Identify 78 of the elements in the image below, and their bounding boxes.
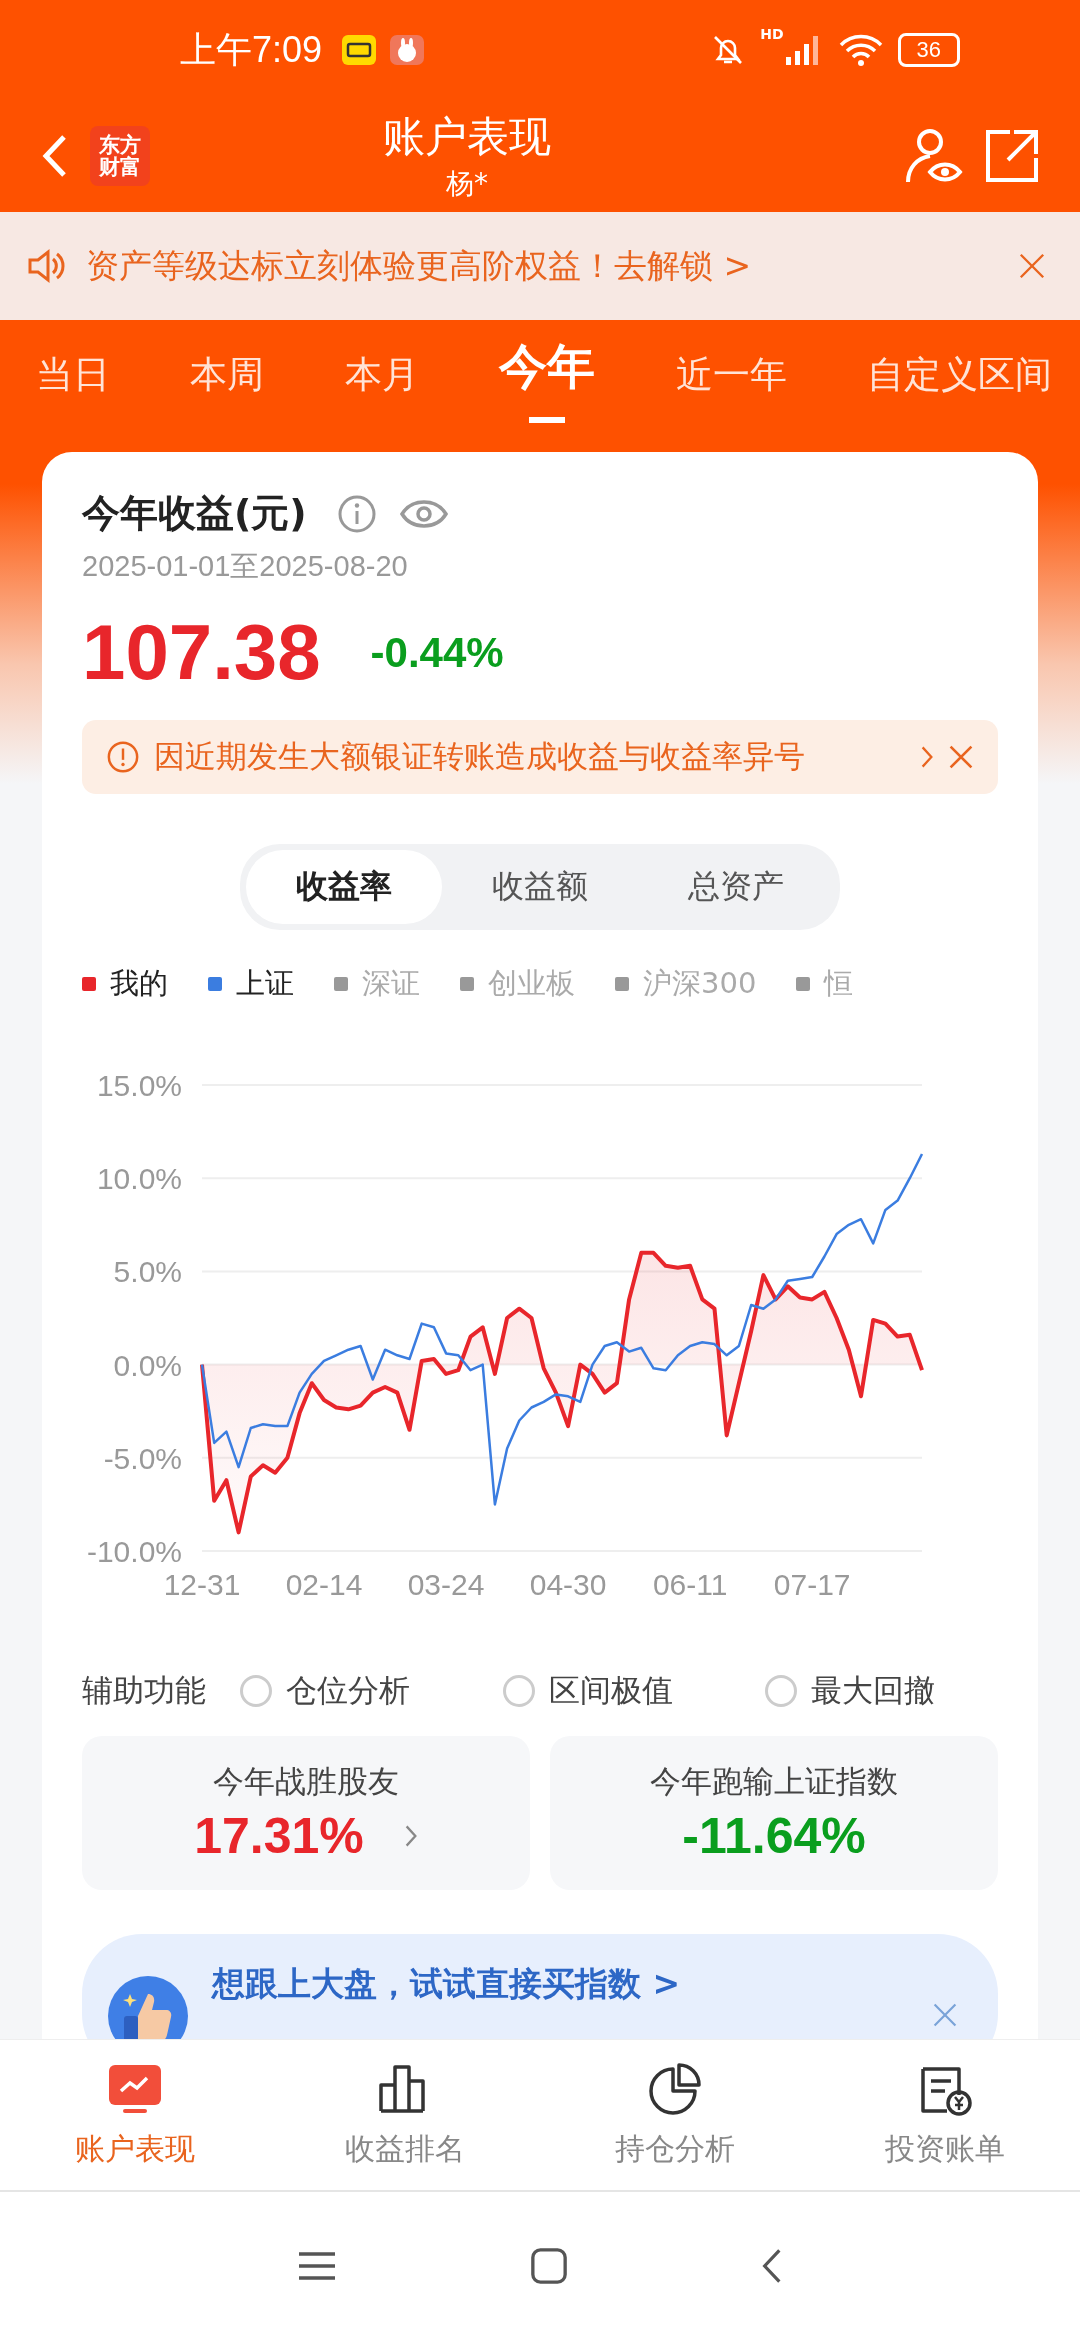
- nav-tab[interactable]: 收益排名: [270, 2059, 540, 2171]
- y-axis-label: 0.0%: [113, 1348, 182, 1382]
- banner-text: 资产等级达标立刻体验更高阶权益！去解锁 >: [86, 244, 753, 287]
- chevron-icon: [920, 744, 934, 770]
- pie-chart-icon: [647, 2060, 703, 2117]
- x-axis-label: 02-14: [285, 1568, 363, 1601]
- nav-tab[interactable]: 持仓分析: [540, 2059, 810, 2171]
- radio-button[interactable]: [765, 1675, 798, 1707]
- radio-button[interactable]: [502, 1675, 535, 1707]
- stat-value: 17.31%: [194, 1807, 364, 1865]
- stat-value: -11.64%: [682, 1807, 866, 1865]
- period-tab[interactable]: 本月: [338, 350, 425, 414]
- promo-banner[interactable]: 资产等级达标立刻体验更高阶权益！去解锁 >: [0, 212, 1080, 320]
- speaker-icon: [26, 246, 66, 286]
- app-icon: [342, 35, 377, 65]
- stat-card[interactable]: 今年战胜股友 17.31%: [82, 1736, 530, 1890]
- app-logo: 东方 财富: [90, 126, 150, 186]
- legend-swatch[interactable]: [334, 977, 348, 991]
- y-axis-label: -5.0%: [103, 1441, 182, 1475]
- legend-swatch[interactable]: [460, 977, 474, 991]
- legend-label[interactable]: 沪深300: [643, 964, 757, 1004]
- share-icon[interactable]: [984, 128, 1040, 184]
- legend-label[interactable]: 我的: [110, 964, 168, 1004]
- period-tab[interactable]: 本周: [184, 350, 271, 414]
- period-tab[interactable]: 当日: [30, 350, 116, 414]
- network-type: HD: [760, 26, 784, 42]
- info-icon[interactable]: [336, 493, 377, 534]
- nav-tab[interactable]: 投资账单: [810, 2059, 1080, 2171]
- home-icon[interactable]: [530, 2247, 568, 2285]
- nav-tab[interactable]: 账户表现: [0, 2059, 270, 2171]
- period-tab[interactable]: 自定义区间: [860, 350, 1058, 414]
- x-axis-label: 04-30: [529, 1568, 607, 1601]
- status-time: 上午7:09: [180, 27, 323, 72]
- promo-card[interactable]: 想跟上大盘，试试直接买指数 >: [82, 1934, 998, 2039]
- wifi-icon: [837, 33, 884, 67]
- notice-text: 因近期发生大额银证转账造成收益与收益率异号: [154, 737, 806, 776]
- chevron-icon: [403, 1823, 418, 1849]
- card-title: 今年收益(元): [82, 490, 307, 537]
- chart-tab[interactable]: 收益额: [442, 850, 638, 924]
- x-axis-label: 12-31: [163, 1568, 241, 1601]
- legend-label[interactable]: 深证: [362, 964, 420, 1004]
- legend-label[interactable]: 创业板: [488, 964, 575, 1004]
- x-axis-label: 07-17: [773, 1568, 851, 1601]
- chart-tab[interactable]: 总资产: [638, 850, 834, 924]
- legend-swatch[interactable]: [208, 977, 222, 991]
- stat-label: 今年战胜股友: [213, 1762, 399, 1801]
- account-name: 杨*: [446, 166, 488, 202]
- y-axis-label: 15.0%: [96, 1069, 182, 1102]
- legend-swatch[interactable]: [82, 977, 96, 991]
- aux-label: 辅助功能: [82, 1671, 206, 1710]
- legend-label[interactable]: 上证: [236, 964, 294, 1004]
- option-label[interactable]: 仓位分析: [286, 1670, 410, 1712]
- legend-swatch[interactable]: [615, 977, 629, 991]
- profit-amount: 107.38: [82, 607, 321, 698]
- notice-bar[interactable]: 因近期发生大额银证转账造成收益与收益率异号: [82, 720, 998, 794]
- close-icon[interactable]: [932, 2002, 958, 2028]
- date-range: 2025-01-01至2025-08-20: [82, 549, 409, 584]
- close-icon[interactable]: [948, 744, 974, 770]
- battery-icon: 36: [897, 33, 960, 67]
- radio-button[interactable]: [240, 1675, 272, 1707]
- warning-icon: [106, 740, 140, 774]
- chart-tab[interactable]: 收益率: [246, 850, 442, 924]
- legend-swatch[interactable]: [796, 977, 811, 991]
- option-label[interactable]: 最大回撤: [811, 1670, 936, 1712]
- profit-rate: -0.44%: [370, 628, 504, 677]
- page-title: 账户表现: [383, 111, 551, 163]
- y-axis-label: 10.0%: [96, 1162, 182, 1196]
- period-tab[interactable]: 近一年: [669, 350, 793, 414]
- promo-title[interactable]: 想跟上大盘，试试直接买指数 >: [212, 1962, 908, 2007]
- close-icon[interactable]: [1018, 252, 1046, 280]
- y-axis-label: -10.0%: [86, 1535, 182, 1568]
- rabbit-icon: [390, 35, 425, 65]
- stat-label: 今年跑输上证指数: [650, 1762, 898, 1801]
- x-axis-label: 03-24: [407, 1568, 485, 1601]
- option-label[interactable]: 区间极值: [548, 1670, 673, 1712]
- y-axis-label: 5.0%: [113, 1255, 182, 1289]
- x-axis-label: 06-11: [652, 1568, 728, 1601]
- legend-label[interactable]: 恒: [824, 964, 854, 1004]
